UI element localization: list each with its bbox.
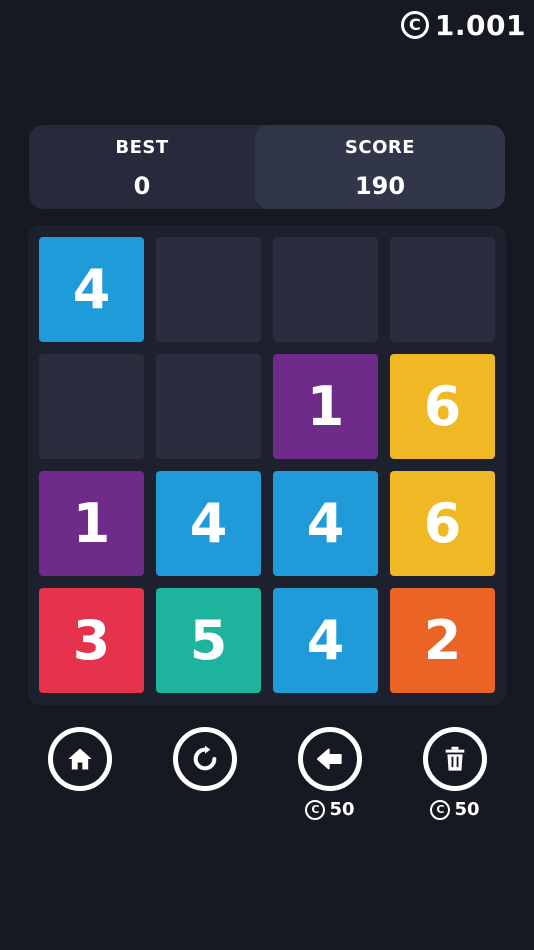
trash-icon — [445, 746, 465, 771]
home-button[interactable] — [48, 727, 112, 791]
tile-1: 1 — [39, 471, 144, 576]
tile-6: 6 — [390, 471, 495, 576]
undo-action: C 50 — [298, 727, 362, 820]
tile-1: 1 — [273, 354, 378, 459]
restart-button[interactable] — [173, 727, 237, 791]
delete-button[interactable] — [423, 727, 487, 791]
delete-action: C 50 — [423, 727, 487, 820]
tile-4: 4 — [39, 237, 144, 342]
best-score-box: BEST 0 — [29, 125, 255, 209]
score-panel: BEST 0 SCORE 190 — [29, 125, 505, 209]
tile-6: 6 — [390, 354, 495, 459]
coin-balance-value: 1.001 — [434, 8, 526, 42]
tile-5: 5 — [156, 588, 261, 693]
tile-4: 4 — [156, 471, 261, 576]
tile-2: 2 — [390, 588, 495, 693]
home-action — [48, 727, 112, 791]
best-score-value: 0 — [133, 172, 151, 200]
restart-action — [173, 727, 237, 791]
empty-cell — [156, 354, 261, 459]
tile-4: 4 — [273, 588, 378, 693]
current-score-box: SCORE 190 — [255, 125, 505, 209]
empty-cell — [39, 354, 144, 459]
coin-icon: C — [400, 11, 429, 39]
undo-cost-value: 50 — [329, 799, 355, 820]
undo-arrow-icon — [317, 748, 342, 770]
tile-4: 4 — [273, 471, 378, 576]
delete-cost-value: 50 — [454, 799, 480, 820]
home-icon — [68, 748, 92, 770]
tile-3: 3 — [39, 588, 144, 693]
restart-icon — [193, 745, 217, 771]
best-score-label: BEST — [115, 137, 169, 158]
coin-balance: C 1.001 — [400, 6, 526, 44]
empty-cell — [390, 237, 495, 342]
undo-button[interactable] — [298, 727, 362, 791]
current-score-label: SCORE — [344, 137, 416, 158]
game-board[interactable]: 41614463542 — [28, 225, 506, 705]
coin-icon: C — [305, 799, 326, 820]
delete-cost: C 50 — [403, 799, 507, 820]
coin-icon: C — [430, 799, 451, 820]
current-score-value: 190 — [354, 172, 406, 200]
empty-cell — [273, 237, 378, 342]
empty-cell — [156, 237, 261, 342]
undo-cost: C 50 — [278, 799, 382, 820]
